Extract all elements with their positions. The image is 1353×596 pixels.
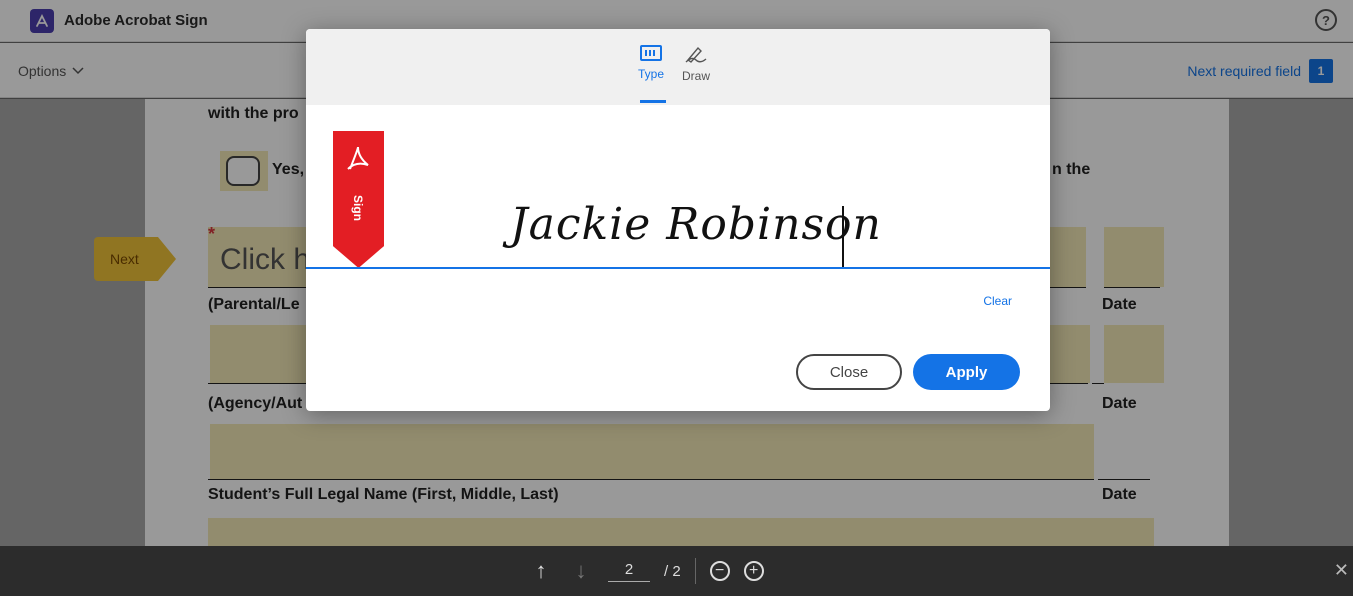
tab-draw-label: Draw: [682, 69, 711, 83]
typed-signature[interactable]: Jackie Robinson: [510, 199, 882, 250]
signature-mode-tabs: Type Draw: [306, 29, 1050, 105]
pen-draw-icon: [685, 46, 707, 63]
text-caret: [842, 206, 844, 268]
close-toolbar-icon[interactable]: ✕: [1334, 560, 1349, 581]
tab-draw[interactable]: Draw: [682, 45, 710, 83]
page-navigation-bar: ↑ ↓ 2 / 2 − + ✕: [0, 546, 1353, 596]
sign-here-ribbon: Sign: [333, 131, 384, 268]
clear-button[interactable]: Clear: [983, 294, 1012, 308]
next-page-arrow-icon[interactable]: ↓: [568, 558, 594, 584]
sign-ribbon-text: Sign: [351, 195, 365, 221]
tab-type-label: Type: [638, 67, 665, 81]
previous-page-arrow-icon[interactable]: ↑: [528, 558, 554, 584]
signature-baseline: [306, 267, 1050, 269]
tab-type[interactable]: Type: [638, 45, 664, 81]
page-number-input[interactable]: 2: [608, 561, 650, 582]
active-tab-indicator: [640, 100, 666, 103]
zoom-in-icon[interactable]: +: [743, 561, 764, 581]
close-button[interactable]: Close: [796, 354, 902, 390]
zoom-out-icon[interactable]: −: [709, 561, 730, 581]
acrobat-logo-icon: [347, 146, 369, 170]
toolbar-divider: [694, 558, 696, 584]
apply-button[interactable]: Apply: [913, 354, 1020, 390]
keyboard-icon: [640, 45, 662, 61]
page-total: / 2: [664, 562, 681, 580]
signature-dialog: Type Draw Sign Jackie Robinson Clear Clo…: [306, 29, 1050, 411]
